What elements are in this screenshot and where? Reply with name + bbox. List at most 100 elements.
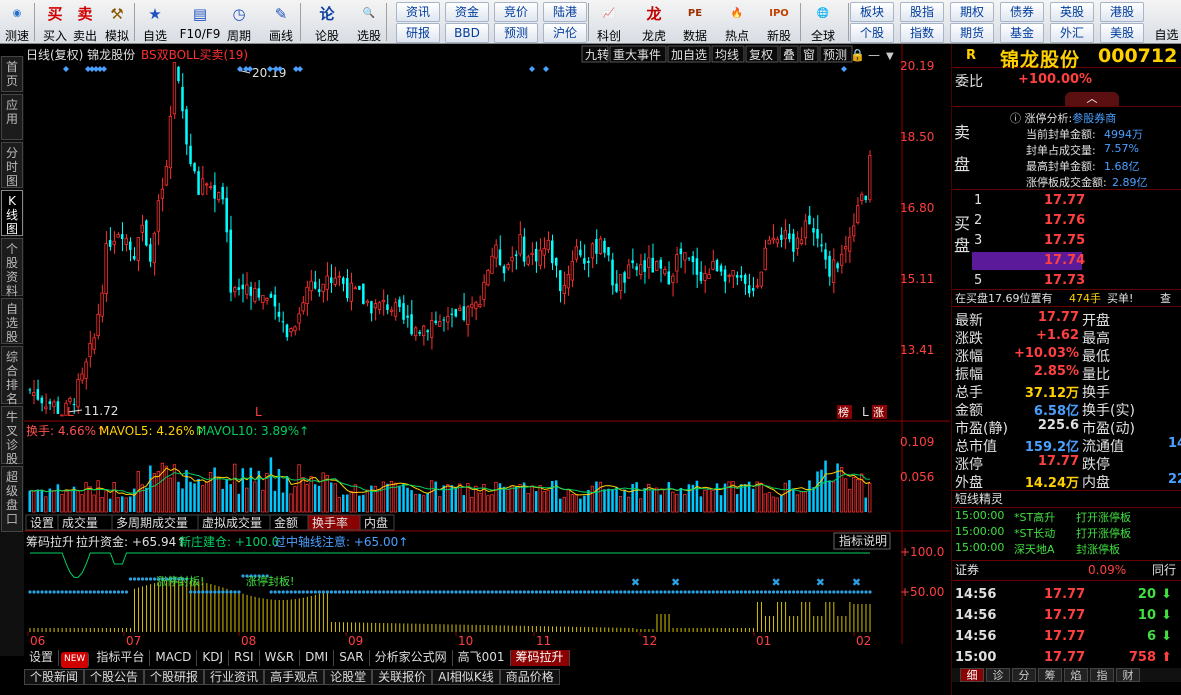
news-tab-2[interactable]: 个股研报 [144,669,205,685]
toolbar-grid1-button[interactable]: 预测 [494,23,538,43]
collapse-arrow-button[interactable]: ︿ [1065,92,1119,106]
indicator-tab-1[interactable]: NEW [61,652,90,668]
toolbar-data-button[interactable]: PE 数据 [678,1,712,43]
indicator-tab-10[interactable]: 高飞001 [453,650,511,666]
dropdown-icon[interactable]: ▼ [886,51,894,62]
toolbar-buy-button[interactable]: 买买入 [38,1,72,43]
lock-icon[interactable]: 🔒 [850,48,865,62]
side-tab-6[interactable]: 财 [1116,668,1140,682]
toolbar-grid2-button[interactable]: 期权 [950,2,994,22]
month-label: 06 [30,634,45,648]
toolbar-pick-button[interactable]: 🔍 选股 [352,1,386,43]
elf-row[interactable]: 15:00:00 *ST高升 打开涨停板 [952,509,1181,525]
toolbar-grid2-button[interactable]: 债券 [1000,2,1044,22]
toolbar-grid1-button[interactable]: 陆港 [543,2,587,22]
news-tab-3[interactable]: 行业资讯 [204,669,265,685]
left-tab-5[interactable]: 自选股 [1,298,23,344]
candle-body [659,259,663,269]
order-notice-bar[interactable]: 在买盘17.69位置有 474手 买单! 查 [952,289,1181,307]
side-tab-4[interactable]: 焰 [1064,668,1088,682]
news-tab-5[interactable]: 论股堂 [324,669,373,685]
quote-label-2: 开盘 [1082,313,1110,329]
indicator-tab-0[interactable]: 设置 [24,650,60,666]
side-tab-3[interactable]: 筹 [1038,668,1062,682]
news-tab-1[interactable]: 个股公告 [84,669,145,685]
toolbar-grid1-button[interactable]: 沪伦 [543,23,587,43]
candle-body [406,315,409,318]
toolbar-grid1-button[interactable]: 研报 [396,23,440,43]
indicator-tab-7[interactable]: DMI [300,650,335,666]
kline-chart-svg[interactable]: 日线(复权) 锦龙股份 BS双BOLL买卖(19) 九转 重大事件 加自选 均线 复权叠窗预… [24,44,950,658]
notice-qty: 474手 [1069,292,1101,305]
news-tab-4[interactable]: 高手观点 [264,669,325,685]
indicator-name[interactable]: BS双BOLL买卖(19) [141,48,248,62]
side-tab-1[interactable]: 诊 [986,668,1010,682]
bid-row[interactable]: 417.74 [952,251,1181,271]
toolbar-grid2-button[interactable]: 期货 [950,23,994,43]
toolbar-simulate-button[interactable]: ⚒ 模拟 [100,1,134,43]
left-tab-6[interactable]: 综合排名 [1,346,23,406]
toolbar-grid2-button[interactable]: 外汇 [1050,23,1094,43]
indicator-tab-3[interactable]: MACD [150,650,198,666]
elf-row[interactable]: 15:00:00 深天地A 封涨停板 [952,541,1181,557]
indicator-tab-4[interactable]: KDJ [197,650,229,666]
left-tab-7[interactable]: 牛叉诊股 [1,406,23,466]
toolbar-self-button[interactable]: 自选 [1152,26,1181,42]
toolbar-watchlist-button[interactable]: ★ 自选 [138,1,172,43]
sector-row[interactable]: 证券 0.09% 同行 [952,560,1181,578]
toolbar-period-button[interactable]: ◷ 周期 [222,1,256,43]
news-tab-8[interactable]: 商品价格 [499,669,560,685]
bid-row[interactable]: 1 17.77 [952,191,1181,211]
toolbar-grid2-button[interactable]: 英股 [1050,2,1094,22]
left-tab-8[interactable]: 超级盘口 [1,466,23,532]
toolbar-global-button[interactable]: 🌐 全球 [806,1,840,43]
elf-row[interactable]: 15:00:00 *ST长动 打开涨停板 [952,525,1181,541]
bid-row[interactable]: 2 17.76 [952,211,1181,231]
indicator-dot [301,590,305,594]
indicator-tab-11[interactable]: 筹码拉升 [510,650,570,666]
left-tab-2[interactable]: 分时图 [1,142,23,188]
toolbar-grid2-button[interactable]: 板块 [850,2,894,22]
toolbar-grid2-button[interactable]: 指数 [900,23,944,43]
toolbar-ipo-button[interactable]: IPO 新股 [762,1,796,43]
notice-query[interactable]: 查 [1160,290,1171,307]
side-tab-5[interactable]: 指 [1090,668,1114,682]
left-tab-4[interactable]: 个股资料 [1,238,23,298]
toolbar-grid1-button[interactable]: 资讯 [396,2,440,22]
toolbar-f10-button[interactable]: ▤ F10/F9 [178,1,222,43]
bid-row[interactable]: 5 17.73 [952,271,1181,291]
minus-icon[interactable]: — [868,48,880,62]
toolbar-grid2-button[interactable]: 基金 [1000,23,1044,43]
news-tab-6[interactable]: 关联报价 [372,669,433,685]
side-tab-0[interactable]: 细 [960,668,984,682]
toolbar-grid1-button[interactable]: BBD [445,23,489,43]
indicator-tab-5[interactable]: RSI [229,650,260,666]
toolbar-hot-button[interactable]: 🔥 热点 [720,1,754,43]
indicator-tab-9[interactable]: 分析家公式网 [370,650,453,666]
bid-row[interactable]: 3 17.75 [952,231,1181,251]
toolbar-grid1-button[interactable]: 竞价 [494,2,538,22]
indicator-tab-6[interactable]: W&R [260,650,301,666]
toolbar-sell-button[interactable]: 卖卖出 [68,1,102,43]
news-tab-0[interactable]: 个股新闻 [24,669,85,685]
left-tab-1[interactable]: 应用 [1,94,23,140]
toolbar-grid2-button[interactable]: 美股 [1100,23,1144,43]
toolbar-speedtest-button[interactable]: ◉ 测速 [0,1,34,43]
indicator-tab-8[interactable]: SAR [334,650,370,666]
toolbar-drawline-button[interactable]: ✎ 画线 [264,1,298,43]
toolbar-longhu-button[interactable]: 龙龙虎 [637,1,671,43]
toolbar-grid1-button[interactable]: 资金 [445,2,489,22]
toolbar-discuss-button[interactable]: 论论股 [310,1,344,43]
left-tab-3[interactable]: K线图 [1,190,23,236]
news-tab-7[interactable]: AI相似K线 [432,669,500,685]
toolbar-kechuang-button[interactable]: 📈 科创 [592,1,626,43]
chart-area[interactable]: 日线(复权) 锦龙股份 BS双BOLL买卖(19) 九转 重大事件 加自选 均线 复权叠窗预… [24,44,950,658]
toolbar-grid2-button[interactable]: 个股 [850,23,894,43]
sector-peer[interactable]: 同行 [1152,561,1176,579]
left-tab-0[interactable]: 首页 [1,56,23,92]
zt-link[interactable]: 参股券商 [1072,112,1116,125]
toolbar-grid2-button[interactable]: 港股 [1100,2,1144,22]
indicator-tab-2[interactable]: 指标平台 [91,650,151,666]
toolbar-grid2-button[interactable]: 股指 [900,2,944,22]
side-tab-2[interactable]: 分 [1012,668,1036,682]
